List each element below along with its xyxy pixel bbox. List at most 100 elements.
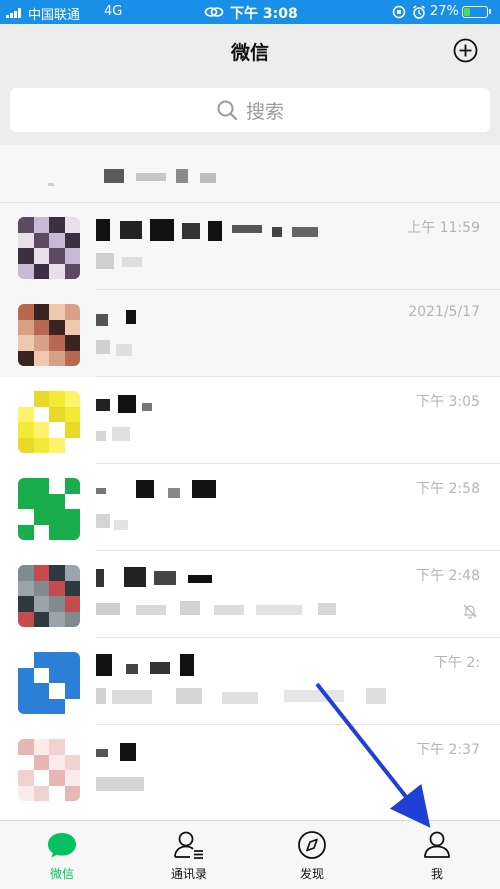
avatar-pixel [49, 304, 65, 320]
avatar-pixel [49, 580, 65, 597]
avatar-pixel [18, 770, 34, 786]
chat-preview [96, 775, 156, 791]
chat-list: 上午 11:59 2021/5/17 下午 3:05 下午 2:58 下午 2:… [0, 145, 500, 820]
chat-time: 上午 11:59 [407, 220, 480, 236]
network-type: 4G [104, 4, 123, 19]
avatar-pixel [33, 698, 50, 714]
avatar-pixel [18, 232, 34, 249]
avatar-pixel [18, 304, 34, 320]
chat-row[interactable]: 下午 2:48 [0, 551, 500, 638]
battery-percent: 27% [430, 4, 459, 19]
chat-row[interactable]: 下午 3:05 [0, 377, 500, 464]
search-icon [217, 100, 238, 121]
avatar-pixel [33, 319, 50, 336]
avatar-pixel [64, 785, 80, 801]
chat-avatar [18, 478, 80, 540]
search-bar[interactable]: 搜索 [10, 88, 490, 132]
avatar-pixel [49, 596, 65, 612]
chat-avatar [18, 739, 80, 801]
avatar-pixel [64, 232, 80, 249]
chat-avatar [18, 391, 80, 453]
chat-row[interactable]: 下午 2:37 [0, 725, 500, 812]
tab-label: 通讯录 [170, 867, 207, 881]
avatar-pixel [64, 698, 80, 714]
plus-circle-icon[interactable] [453, 38, 478, 63]
avatar-pixel [18, 350, 34, 366]
chat-row[interactable]: 2021/5/17 [0, 290, 500, 377]
avatar-pixel [18, 391, 34, 407]
avatar-pixel [33, 391, 50, 407]
avatar-pixel [49, 785, 65, 801]
chat-avatar [18, 304, 80, 366]
avatar-pixel [49, 263, 65, 279]
avatar-pixel [33, 667, 50, 684]
avatar-pixel [49, 524, 65, 540]
avatar-pixel [18, 437, 34, 453]
avatar-pixel [33, 217, 50, 233]
bottom-tab-bar: 微信 通讯录 发现 我 [0, 820, 500, 889]
tab-discover[interactable]: 发现 [272, 829, 352, 882]
avatar-pixel [18, 406, 34, 423]
avatar-pixel [64, 493, 80, 510]
avatar-pixel [64, 350, 80, 366]
avatar-pixel [18, 667, 34, 684]
tab-chats[interactable]: 微信 [22, 829, 102, 882]
avatar-pixel [18, 248, 34, 264]
avatar-pixel [18, 493, 34, 510]
avatar-pixel [33, 350, 50, 366]
avatar-pixel [64, 391, 80, 407]
avatar-pixel [64, 770, 80, 786]
tab-me[interactable]: 我 [397, 829, 477, 882]
avatar-pixel [18, 785, 34, 801]
chat-preview [96, 601, 346, 617]
avatar-pixel [64, 422, 80, 438]
avatar-pixel [18, 698, 34, 714]
avatar-pixel [18, 217, 34, 233]
tab-label: 我 [430, 867, 443, 881]
avatar-pixel [49, 509, 65, 525]
avatar-pixel [33, 304, 50, 320]
avatar-pixel [49, 391, 65, 407]
chat-row[interactable]: 下午 2: [0, 638, 500, 725]
avatar-pixel [49, 422, 65, 438]
avatar-pixel [49, 698, 65, 714]
avatar-pixel [49, 335, 65, 351]
avatar-pixel [33, 524, 50, 540]
chat-row[interactable]: 上午 11:59 [0, 203, 500, 290]
avatar-pixel [18, 319, 34, 336]
chat-name [96, 480, 226, 500]
avatar-pixel [33, 754, 50, 771]
avatar-pixel [49, 217, 65, 233]
avatar-pixel [18, 580, 34, 597]
avatar-pixel [18, 683, 34, 699]
folded-chats-row[interactable] [0, 145, 500, 203]
chat-row[interactable]: 下午 2:58 [0, 464, 500, 551]
chat-time: 2021/5/17 [408, 304, 480, 320]
avatar-pixel [64, 437, 80, 453]
avatar-pixel [33, 406, 50, 423]
avatar-pixel [33, 509, 50, 525]
avatar-pixel [49, 248, 65, 264]
avatar-pixel [18, 335, 34, 351]
avatar-pixel [18, 524, 34, 540]
person-icon [424, 831, 450, 858]
chat-name [96, 567, 226, 587]
chat-preview [96, 514, 156, 530]
avatar-pixel [64, 652, 80, 668]
avatar-pixel [49, 611, 65, 627]
avatar-pixel [64, 565, 80, 581]
chat-time: 下午 2:48 [416, 568, 480, 584]
avatar-pixel [64, 335, 80, 351]
search-placeholder: 搜索 [245, 100, 284, 123]
tab-contacts[interactable]: 通讯录 [149, 829, 229, 882]
page-title: 微信 [230, 42, 269, 64]
chat-avatar [18, 565, 80, 627]
avatar-pixel [18, 565, 34, 581]
rotation-lock-icon [392, 5, 406, 19]
avatar-pixel [64, 754, 80, 771]
avatar-pixel [33, 683, 50, 699]
avatar-pixel [18, 611, 34, 627]
chat-name [96, 654, 206, 676]
avatar-pixel [64, 509, 80, 525]
avatar-pixel [64, 406, 80, 423]
